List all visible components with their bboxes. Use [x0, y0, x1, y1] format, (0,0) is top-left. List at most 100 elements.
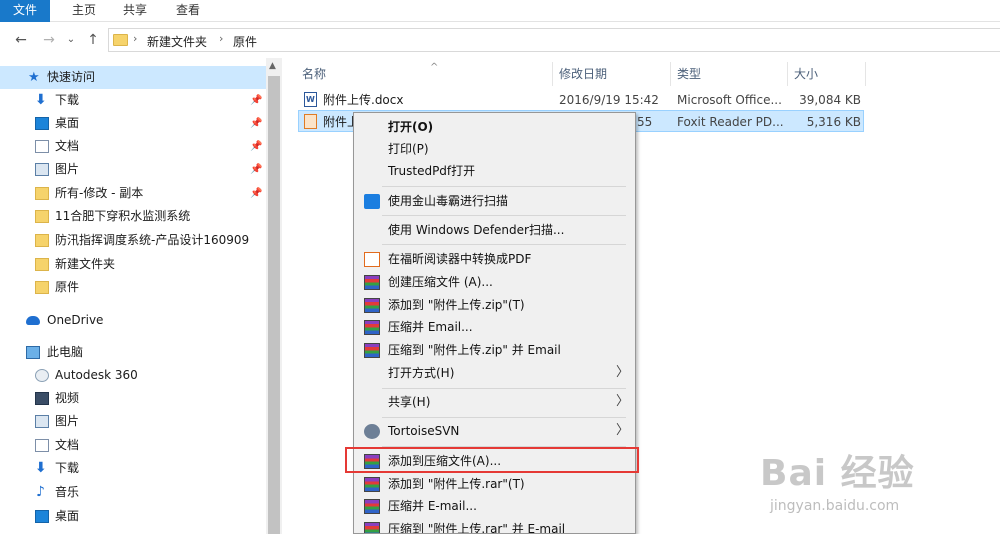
pin-icon: 📌: [250, 141, 263, 152]
highlight-box: [345, 447, 639, 473]
autodesk-icon: [35, 369, 49, 382]
tab-view[interactable]: 查看: [168, 0, 208, 22]
nav-label: 新建文件夹: [55, 257, 116, 271]
nav-pc-pictures[interactable]: 图片: [0, 410, 266, 433]
menu-label: 共享(H): [388, 395, 431, 409]
nav-scrollbar[interactable]: ▲: [266, 58, 281, 534]
recent-locations-chevron-icon[interactable]: ⌄: [62, 30, 80, 50]
nav-item-folder[interactable]: 防汛指挥调度系统-产品设计160909: [0, 229, 266, 252]
menu-item-rar-to-email[interactable]: 压缩到 "附件上传.rar" 并 E-mail: [354, 518, 635, 534]
menu-label: 添加到 "附件上传.zip"(T): [388, 298, 525, 312]
column-header-size[interactable]: 大小: [788, 62, 866, 86]
scroll-up-icon[interactable]: ▲: [269, 61, 276, 71]
nav-item-pictures[interactable]: 图片 📌: [0, 158, 266, 181]
menu-label: 打开方式(H): [388, 366, 455, 380]
nav-label: 原件: [55, 280, 80, 294]
nav-pc-videos[interactable]: 视频: [0, 387, 266, 410]
menu-item-open-with[interactable]: 打开方式(H) 〉: [354, 362, 635, 384]
address-box[interactable]: › 新建文件夹 › 原件: [108, 28, 1000, 52]
menu-item-add-zip[interactable]: 添加到 "附件上传.zip"(T): [354, 294, 635, 316]
folder-icon: [35, 187, 49, 200]
menu-label: 压缩到 "附件上传.rar" 并 E-mail: [388, 522, 566, 534]
nav-pc-music[interactable]: ♪ 音乐: [0, 481, 266, 504]
breadcrumb-originals[interactable]: 原件: [233, 33, 257, 50]
menu-item-print[interactable]: 打印(P): [354, 138, 635, 160]
pin-icon: 📌: [250, 95, 263, 106]
nav-item-folder[interactable]: 所有-修改 - 副本 📌: [0, 182, 266, 205]
file-date: 55: [637, 115, 653, 129]
menu-label: 添加到 "附件上传.rar"(T): [388, 477, 525, 491]
nav-item-documents[interactable]: 文档 📌: [0, 135, 266, 158]
nav-label: 桌面: [55, 116, 80, 130]
breadcrumb-separator: ›: [219, 32, 224, 45]
document-icon: [35, 140, 49, 153]
menu-item-add-rar[interactable]: 添加到 "附件上传.rar"(T): [354, 473, 635, 495]
menu-item-zip-to-email[interactable]: 压缩到 "附件上传.zip" 并 Email: [354, 339, 635, 361]
navigation-pane: ★ 快速访问 ⬇ 下载 📌 桌面 📌 文档 📌 图片 📌 所有-修改 - 副本 …: [0, 58, 282, 534]
scrollbar-thumb[interactable]: [268, 76, 280, 534]
menu-label: TrustedPdf打开: [388, 164, 476, 178]
menu-item-rar-email[interactable]: 压缩并 E-mail...: [354, 495, 635, 517]
video-icon: [35, 392, 49, 405]
file-row[interactable]: 附件上传.docx 2016/9/19 15:42 Microsoft Offi…: [298, 89, 864, 111]
tortoise-icon: [364, 424, 380, 439]
breadcrumb-separator: ›: [133, 32, 138, 45]
nav-item-folder[interactable]: 原件: [0, 276, 266, 299]
folder-icon: [35, 210, 49, 223]
tab-share[interactable]: 共享: [115, 0, 155, 22]
nav-item-desktop[interactable]: 桌面 📌: [0, 112, 266, 135]
menu-item-open[interactable]: 打开(O): [354, 116, 635, 138]
menu-item-create-zip[interactable]: 创建压缩文件 (A)...: [354, 271, 635, 293]
nav-pc-autodesk[interactable]: Autodesk 360: [0, 364, 266, 387]
forward-button[interactable]: →: [40, 30, 58, 50]
menu-separator: [382, 186, 626, 187]
menu-item-jinshan-scan[interactable]: 使用金山毒霸进行扫描: [354, 190, 635, 212]
address-bar-row: ← → ⌄ ↑ › 新建文件夹 › 原件: [0, 22, 1000, 58]
download-icon: ⬇: [35, 92, 47, 108]
tab-file[interactable]: 文件: [0, 0, 50, 22]
nav-label: 桌面: [55, 509, 80, 523]
column-header-type[interactable]: 类型: [671, 62, 788, 86]
menu-item-share[interactable]: 共享(H) 〉: [354, 391, 635, 413]
file-size: 5,316 KB: [806, 115, 861, 129]
nav-pc-documents[interactable]: 文档: [0, 434, 266, 457]
breadcrumb-new-folder[interactable]: 新建文件夹: [147, 33, 207, 50]
nav-pc-downloads[interactable]: ⬇ 下载: [0, 457, 266, 480]
file-date: 2016/9/19 15:42: [559, 93, 659, 107]
nav-this-pc[interactable]: 此电脑: [0, 341, 266, 364]
nav-pc-desktop[interactable]: 桌面: [0, 505, 266, 528]
file-type: Foxit Reader PD...: [677, 115, 784, 129]
menu-item-defender-scan[interactable]: 使用 Windows Defender扫描...: [354, 219, 635, 241]
menu-label: 在福昕阅读器中转换成PDF: [388, 252, 532, 266]
menu-item-foxit-convert[interactable]: 在福昕阅读器中转换成PDF: [354, 248, 635, 270]
nav-label: 防汛指挥调度系统-产品设计160909: [55, 233, 250, 247]
menu-label: TortoiseSVN: [388, 424, 460, 438]
column-header-name[interactable]: ^ 名称: [296, 62, 553, 86]
nav-item-folder[interactable]: 新建文件夹: [0, 253, 266, 276]
watermark: Bai 经验 jingyan.baidu.com: [760, 440, 1000, 534]
menu-item-tortoisesvn[interactable]: TortoiseSVN 〉: [354, 420, 635, 442]
folder-icon: [113, 34, 128, 46]
desktop-icon: [35, 510, 49, 523]
back-button[interactable]: ←: [12, 30, 30, 50]
nav-quick-access[interactable]: ★ 快速访问: [0, 66, 266, 89]
music-icon: ♪: [36, 484, 45, 500]
up-button[interactable]: ↑: [84, 30, 102, 50]
column-header-date[interactable]: 修改日期: [553, 62, 671, 86]
nav-item-downloads[interactable]: ⬇ 下载 📌: [0, 89, 266, 112]
menu-item-trustedpdf[interactable]: TrustedPdf打开: [354, 160, 635, 182]
watermark-url: jingyan.baidu.com: [770, 498, 900, 514]
nav-label: Autodesk 360: [55, 368, 138, 382]
nav-item-folder[interactable]: 11合肥下穿积水监测系统: [0, 205, 266, 228]
submenu-arrow-icon: 〉: [616, 394, 630, 409]
folder-icon: [35, 258, 49, 271]
antivirus-icon: [364, 194, 380, 209]
nav-onedrive[interactable]: OneDrive: [0, 309, 266, 332]
pin-icon: 📌: [250, 118, 263, 129]
menu-item-zip-email[interactable]: 压缩并 Email...: [354, 316, 635, 338]
file-size: 39,084 KB: [799, 93, 861, 107]
menu-label: 打开(O): [388, 120, 434, 134]
archive-icon: [364, 499, 380, 514]
tab-home[interactable]: 主页: [64, 0, 104, 22]
nav-label: 图片: [55, 414, 80, 428]
